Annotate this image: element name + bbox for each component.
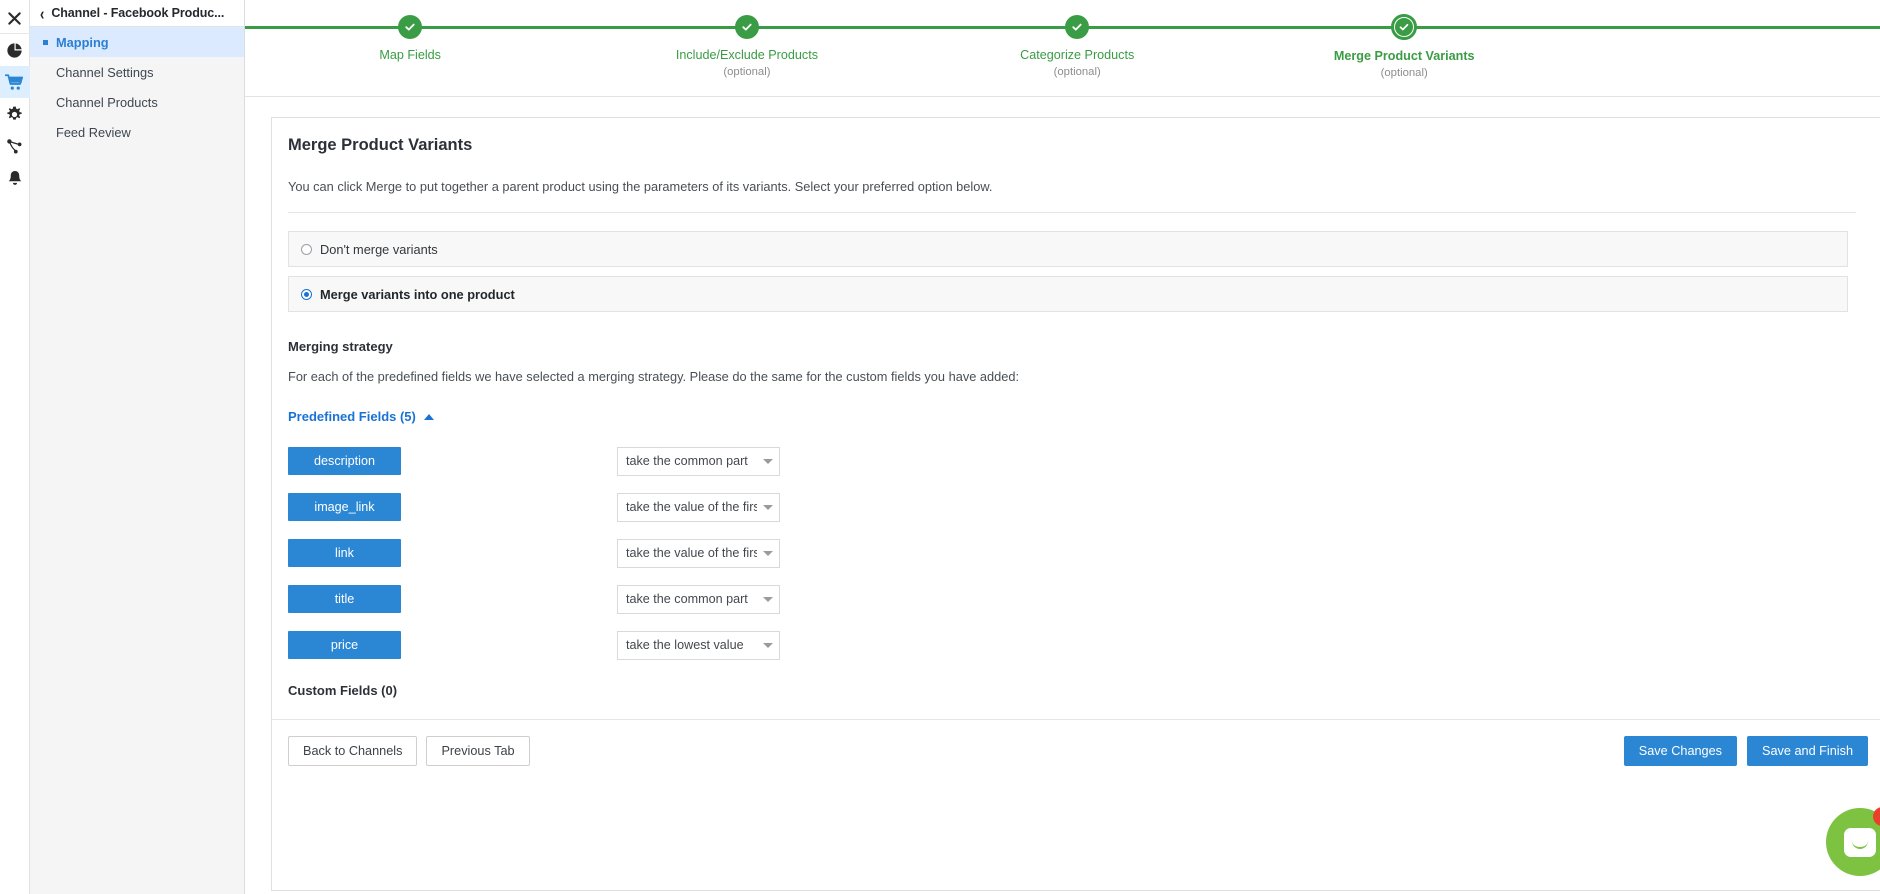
strategy-value: take the value of the first v	[626, 546, 757, 560]
sidebar-item-label: Channel Settings	[56, 64, 154, 80]
step-label: Include/Exclude Products	[675, 48, 818, 62]
strategy-select-description[interactable]: take the common part	[617, 446, 780, 476]
field-chip-title[interactable]: title	[288, 585, 401, 613]
strategy-select-link[interactable]: take the value of the first v	[617, 538, 780, 568]
predefined-fields-toggle[interactable]: Predefined Fields (5)	[288, 409, 434, 424]
field-row: description take the common part	[288, 438, 1856, 484]
save-and-finish-button[interactable]: Save and Finish	[1747, 736, 1868, 766]
step-map-fields[interactable]: Map Fields	[290, 0, 530, 66]
merge-variants-card: Merge Product Variants You can click Mer…	[271, 117, 1880, 891]
content-area: Merge Product Variants You can click Mer…	[245, 97, 1880, 894]
field-row: image_link take the value of the first v	[288, 484, 1856, 530]
sidebar-header[interactable]: ‹ Channel - Facebook Produc...	[30, 0, 244, 27]
option-label: Merge variants into one product	[320, 286, 515, 302]
strategy-value: take the common part	[626, 592, 748, 606]
field-chip-description[interactable]: description	[288, 447, 401, 475]
strategy-select-price[interactable]: take the lowest value	[617, 630, 780, 660]
chevron-down-icon	[763, 642, 773, 648]
sidebar-item-mapping[interactable]: Mapping	[30, 27, 244, 57]
sidebar-item-channel-products[interactable]: Channel Products	[30, 87, 244, 117]
footer-divider	[272, 719, 1880, 720]
radio-icon[interactable]	[301, 288, 312, 300]
custom-fields-header: Custom Fields (0)	[288, 683, 398, 698]
wizard-stepper: Map Fields Include/Exclude Products (opt…	[245, 0, 1880, 97]
close-icon[interactable]	[0, 4, 30, 34]
save-changes-button[interactable]: Save Changes	[1623, 736, 1738, 766]
field-row: price take the lowest value	[288, 622, 1856, 668]
shopping-cart-icon[interactable]	[0, 66, 30, 98]
chevron-down-icon	[763, 550, 773, 556]
sidebar-nav: Mapping Channel Settings Channel Product…	[30, 27, 244, 147]
step-complete-icon	[398, 15, 423, 39]
step-include-exclude-products[interactable]: Include/Exclude Products (optional)	[627, 0, 867, 78]
chevron-up-icon	[423, 413, 434, 420]
sidebar-item-label: Mapping	[56, 34, 109, 50]
share-nodes-icon[interactable]	[0, 130, 30, 162]
sidebar-item-channel-settings[interactable]: Channel Settings	[30, 57, 244, 87]
strategy-select-image-link[interactable]: take the value of the first v	[617, 492, 780, 522]
channel-sidebar: ‹ Channel - Facebook Produc... Mapping C…	[30, 0, 245, 894]
strategy-value: take the common part	[626, 454, 748, 468]
field-chip-price[interactable]: price	[288, 631, 401, 659]
back-chevron-icon[interactable]: ‹	[40, 4, 44, 22]
sidebar-item-label: Channel Products	[56, 94, 158, 110]
step-optional-label: (optional)	[1380, 67, 1428, 80]
option-label: Don't merge variants	[320, 241, 438, 257]
page-title: Merge Product Variants	[288, 136, 473, 154]
app-root: ‹ Channel - Facebook Produc... Mapping C…	[0, 0, 1880, 894]
step-optional-label: (optional)	[1053, 66, 1101, 79]
field-chip-link[interactable]: link	[288, 539, 401, 567]
bell-icon[interactable]	[0, 162, 30, 194]
field-chip-image-link[interactable]: image_link	[288, 493, 401, 521]
sidebar-item-feed-review[interactable]: Feed Review	[30, 117, 244, 147]
chevron-down-icon	[763, 504, 773, 510]
page-description: You can click Merge to put together a pa…	[288, 179, 993, 194]
predefined-fields-list: description take the common part image_l…	[288, 438, 1856, 668]
step-current-icon	[1391, 14, 1418, 40]
predefined-fields-label: Predefined Fields (5)	[288, 409, 416, 424]
option-merge-into-one-product[interactable]: Merge variants into one product	[288, 276, 1848, 312]
chat-icon[interactable]	[1826, 808, 1880, 876]
smile-icon	[1852, 841, 1868, 849]
card-footer: Back to Channels Previous Tab Save Chang…	[288, 736, 1880, 766]
step-merge-product-variants[interactable]: Merge Product Variants (optional)	[1284, 0, 1524, 79]
main-content: Map Fields Include/Exclude Products (opt…	[245, 0, 1880, 894]
field-row: title take the common part	[288, 576, 1856, 622]
option-dont-merge-variants[interactable]: Don't merge variants	[288, 231, 1848, 267]
step-label: Merge Product Variants	[1333, 49, 1475, 63]
active-bullet-icon	[43, 40, 48, 45]
back-to-channels-button[interactable]: Back to Channels	[288, 736, 418, 766]
divider	[288, 212, 1856, 213]
step-label: Categorize Products	[1020, 48, 1135, 62]
gear-icon[interactable]	[0, 98, 30, 130]
step-categorize-products[interactable]: Categorize Products (optional)	[957, 0, 1197, 78]
step-complete-icon	[734, 15, 759, 39]
step-complete-icon	[1065, 15, 1090, 39]
chevron-down-icon	[763, 458, 773, 464]
strategy-value: take the lowest value	[626, 638, 744, 652]
step-label: Map Fields	[379, 48, 441, 62]
pie-chart-icon[interactable]	[0, 34, 30, 66]
sidebar-item-label: Feed Review	[56, 124, 131, 140]
icon-rail	[0, 0, 30, 894]
previous-tab-button[interactable]: Previous Tab	[426, 736, 530, 766]
strategy-value: take the value of the first v	[626, 500, 757, 514]
chevron-down-icon	[763, 596, 773, 602]
field-row: link take the value of the first v	[288, 530, 1856, 576]
merging-strategy-title: Merging strategy	[288, 339, 393, 354]
sidebar-title: Channel - Facebook Produc...	[51, 6, 225, 20]
radio-icon[interactable]	[301, 243, 312, 255]
merging-strategy-description: For each of the predefined fields we hav…	[288, 369, 1020, 384]
chat-launcher[interactable]	[1826, 807, 1880, 876]
step-optional-label: (optional)	[723, 66, 771, 79]
chat-bubble-icon	[1844, 827, 1876, 857]
strategy-select-title[interactable]: take the common part	[617, 584, 780, 614]
